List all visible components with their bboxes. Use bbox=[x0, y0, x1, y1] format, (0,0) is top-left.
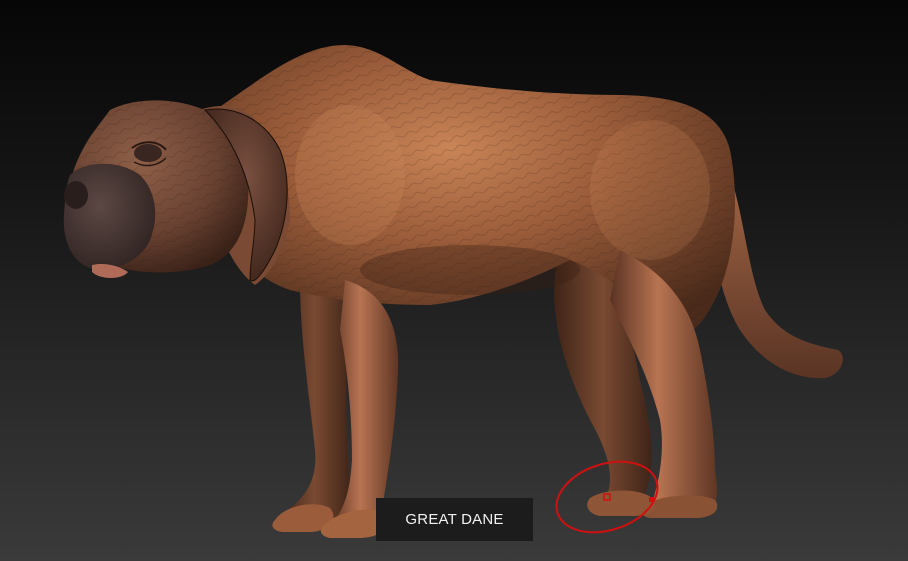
far-front-leg bbox=[277, 280, 352, 532]
belly-shadow bbox=[360, 245, 580, 295]
model-name-text: GREAT DANE bbox=[405, 511, 504, 528]
eye bbox=[134, 144, 162, 162]
sculpt-viewport[interactable]: GREAT DANE bbox=[0, 0, 908, 561]
hip-highlight bbox=[590, 120, 710, 260]
dog-model[interactable] bbox=[0, 0, 908, 561]
shoulder-highlight bbox=[295, 105, 405, 245]
model-name-label: GREAT DANE bbox=[376, 498, 533, 541]
nose bbox=[64, 181, 88, 209]
